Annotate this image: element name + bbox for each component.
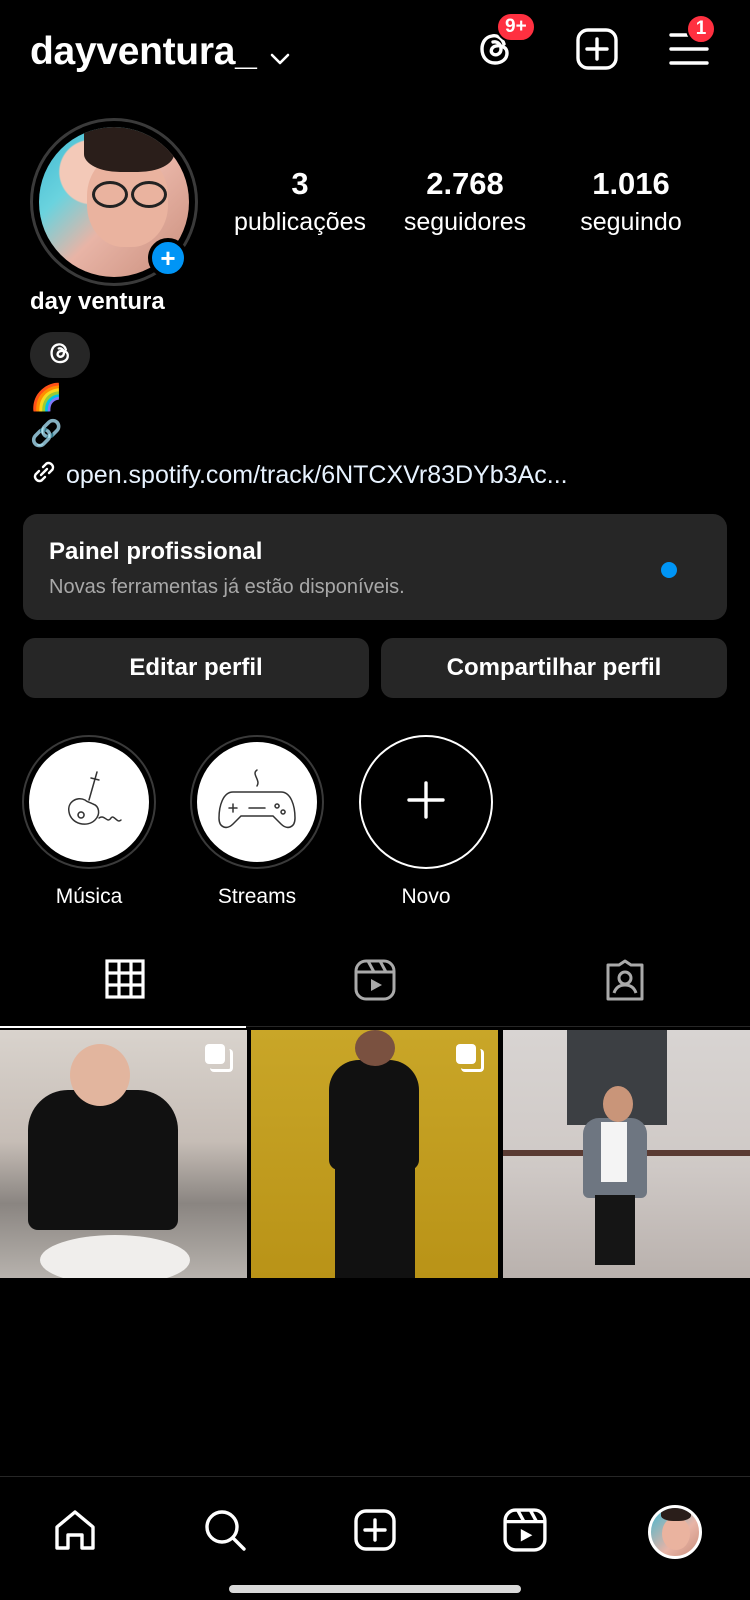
carousel-icon [456, 1044, 484, 1072]
bio-link[interactable]: open.spotify.com/track/6NTCXVr83DYb3Ac..… [30, 458, 568, 493]
profile-avatar [648, 1505, 702, 1559]
full-name: day ventura [30, 288, 165, 315]
stat-value: 1.016 [592, 166, 670, 201]
highlight-ring [190, 735, 324, 869]
stat-value: 2.768 [426, 166, 504, 201]
post-image-shirt [601, 1122, 627, 1182]
stat-posts[interactable]: 3 publicações [220, 166, 380, 237]
post-thumbnail[interactable] [0, 1030, 247, 1278]
stat-followers[interactable]: 2.768 seguidores [390, 166, 540, 237]
home-icon [52, 1507, 98, 1558]
post-thumbnail[interactable] [251, 1030, 498, 1278]
grid-icon [105, 959, 145, 1004]
add-story-button[interactable]: + [148, 238, 188, 278]
professional-dashboard[interactable]: Painel profissional Novas ferramentas já… [23, 514, 727, 620]
bio-link-text: open.spotify.com/track/6NTCXVr83DYb3Ac..… [66, 461, 568, 489]
content-tabs [0, 955, 750, 1028]
stat-label: publicações [233, 208, 367, 236]
stat-following[interactable]: 1.016 seguindo [556, 166, 706, 237]
nav-reels[interactable] [495, 1502, 555, 1562]
highlight-musica[interactable]: Música [22, 735, 156, 909]
post-image-legs [335, 1165, 415, 1278]
stat-label: seguidores [403, 208, 527, 236]
highlight-label: Música [55, 885, 123, 908]
reels-icon [503, 1507, 547, 1557]
post-image-legs [595, 1195, 635, 1265]
username-switcher[interactable]: dayventura_ [30, 28, 290, 76]
nav-home[interactable] [45, 1502, 105, 1562]
menu-badge: 1 [686, 14, 716, 44]
tab-posts[interactable] [0, 955, 250, 1028]
bio-line-link-emoji: 🔗 [30, 418, 63, 448]
top-bar: dayventura_ 9+ 1 [0, 0, 750, 100]
nav-search[interactable] [195, 1502, 255, 1562]
notification-dot [661, 562, 677, 578]
create-icon [353, 1508, 397, 1557]
panel-title: Painel profissional [49, 538, 263, 565]
post-thumbnail[interactable] [503, 1030, 750, 1278]
highlight-new[interactable]: Novo [359, 735, 493, 909]
stat-value: 3 [291, 166, 309, 201]
link-icon [30, 458, 58, 493]
new-highlight-ring [359, 735, 493, 869]
post-image-face [603, 1086, 633, 1122]
threads-badge: 9+ [496, 12, 536, 42]
home-indicator[interactable] [229, 1585, 521, 1593]
bottom-navigation [0, 1476, 750, 1600]
plus-icon: + [160, 243, 176, 273]
threads-icon [47, 340, 73, 371]
create-icon [575, 27, 619, 76]
tagged-icon [604, 959, 646, 1006]
threads-button[interactable]: 9+ [472, 12, 536, 74]
reels-icon [354, 959, 396, 1006]
search-icon [202, 1507, 248, 1558]
highlight-label: Novo [401, 885, 451, 908]
highlight-ring [22, 735, 156, 869]
create-button[interactable] [574, 27, 620, 76]
nav-profile[interactable] [645, 1502, 705, 1562]
bio-line-rainbow: 🌈 [30, 382, 63, 412]
username: dayventura_ [30, 30, 257, 73]
carousel-icon [205, 1044, 233, 1072]
tab-reels[interactable] [250, 955, 500, 1027]
menu-button[interactable]: 1 [666, 14, 716, 74]
guitar-icon [29, 742, 149, 862]
threads-profile-link[interactable] [30, 332, 90, 378]
posts-grid [0, 1030, 750, 1278]
highlight-label: Streams [217, 885, 297, 908]
post-image-sink [40, 1235, 190, 1278]
highlight-streams[interactable]: Streams [190, 735, 324, 909]
panel-subtitle: Novas ferramentas já estão disponíveis. [49, 576, 405, 598]
tab-tagged[interactable] [500, 955, 750, 1027]
stat-label: seguindo [580, 208, 682, 236]
nav-create[interactable] [345, 1502, 405, 1562]
chevron-down-icon [270, 32, 290, 76]
share-profile-button[interactable]: Compartilhar perfil [381, 638, 727, 698]
post-image-subject [329, 1060, 419, 1170]
post-image-face [70, 1044, 130, 1106]
plus-icon [406, 780, 446, 825]
post-image-subject [28, 1090, 178, 1230]
gamepad-icon [197, 742, 317, 862]
post-image-face [355, 1030, 395, 1066]
edit-profile-button[interactable]: Editar perfil [23, 638, 369, 698]
